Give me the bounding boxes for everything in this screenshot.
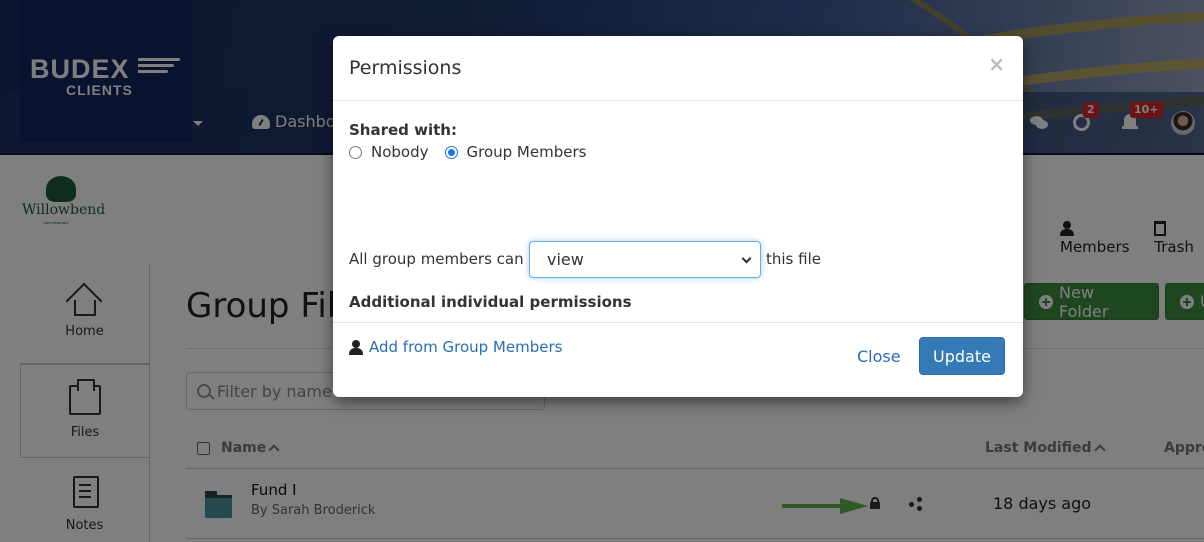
permission-select-value: view (547, 250, 584, 269)
permission-prefix: All group members can (349, 250, 524, 268)
permissions-modal: Permissions × Shared with: Nobody Group … (333, 36, 1023, 397)
permission-select[interactable]: view (529, 241, 761, 278)
close-icon[interactable]: × (988, 52, 1005, 76)
additional-permissions-label: Additional individual permissions (349, 293, 632, 311)
modal-body: Shared with: Nobody Group Members All gr… (333, 101, 1023, 356)
permission-suffix: this file (766, 250, 821, 268)
chevron-down-icon (741, 253, 752, 264)
modal-header: Permissions × (333, 36, 1023, 101)
close-button[interactable]: Close (857, 347, 901, 366)
modal-title: Permissions (349, 57, 462, 79)
shared-with-label: Shared with: (349, 121, 457, 139)
update-button[interactable]: Update (919, 337, 1005, 375)
radio-group-members[interactable] (444, 145, 458, 159)
shared-with-options: Nobody Group Members (349, 143, 602, 161)
modal-footer: Close Update (333, 323, 1023, 396)
radio-group-members-label[interactable]: Group Members (467, 143, 587, 161)
radio-nobody[interactable] (349, 145, 362, 159)
radio-nobody-label[interactable]: Nobody (371, 143, 429, 161)
